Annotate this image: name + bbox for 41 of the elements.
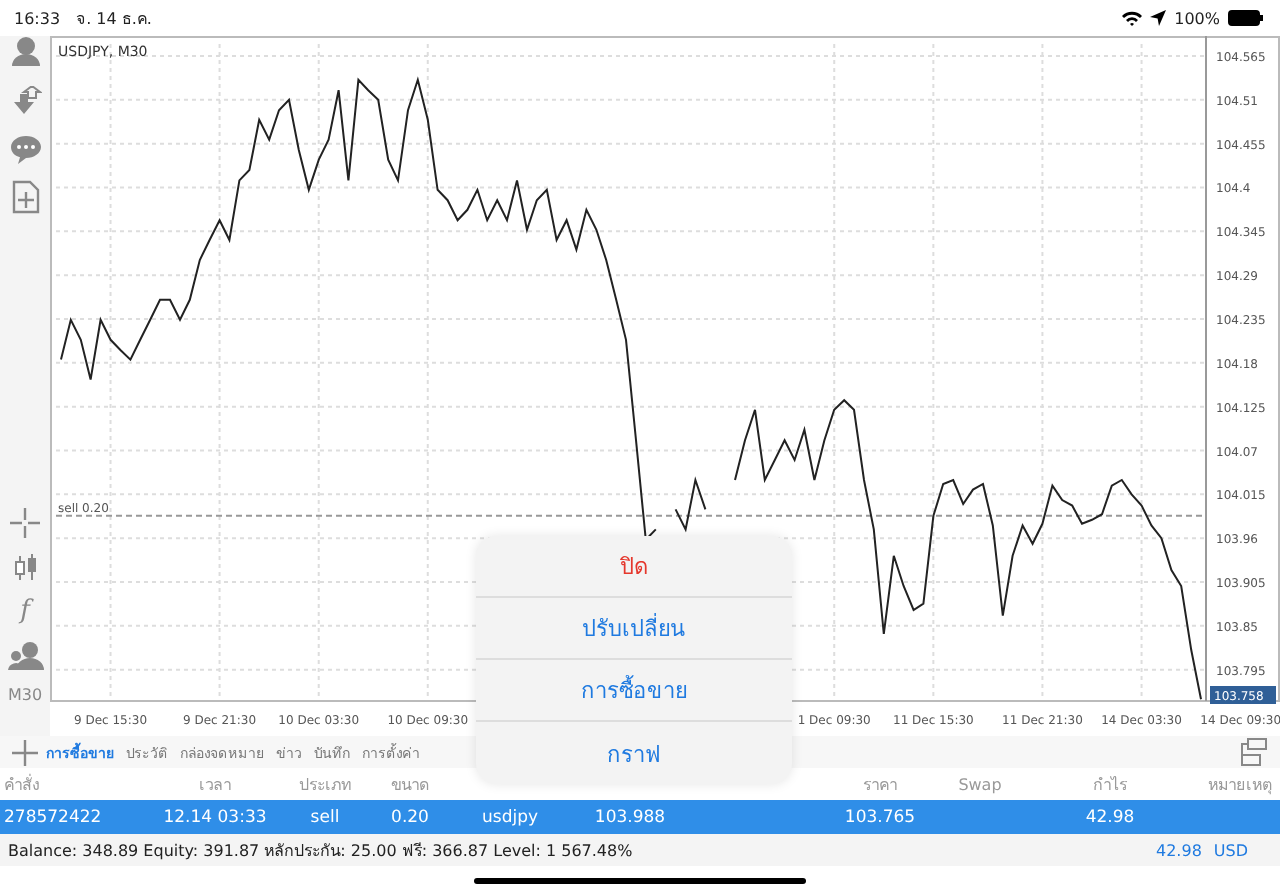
menu-item[interactable]: ปิด xyxy=(476,536,792,598)
people-icon[interactable] xyxy=(7,640,43,670)
add-icon[interactable] xyxy=(12,739,38,765)
table-cell-text: 103.765 xyxy=(842,807,918,827)
status-time: 16:33 xyxy=(14,9,61,27)
column-header: หมายเหตุ xyxy=(1206,773,1274,797)
column-header: คำสั่ง xyxy=(2,772,42,797)
timeframe-button[interactable]: M30 xyxy=(7,686,43,704)
new-document-icon[interactable] xyxy=(11,180,39,214)
column-header: ราคา xyxy=(861,773,899,797)
table-cell-text: 0.20 xyxy=(389,807,431,827)
battery-percentage: 100% xyxy=(1174,9,1220,27)
location-arrow-icon xyxy=(1150,10,1167,26)
account-summary: Balance: 348.89 Equity: 391.87 หลักประกัน: 25.00 ฟรี: 366.87 Level: 1 567.48% xyxy=(8,839,633,863)
column-header: กำไร xyxy=(1091,773,1129,797)
menu-item[interactable]: การซื้อขาย xyxy=(476,660,792,722)
table-cell-text: 103.988 xyxy=(592,807,668,827)
status-date: จ. 14 ธ.ค. xyxy=(76,7,152,31)
column-header: Swap xyxy=(956,775,1004,793)
table-cell-text: usdjpy xyxy=(480,807,540,827)
menu-item[interactable]: ปรับเปลี่ยน xyxy=(476,598,792,660)
table-cell-text: 278572422 xyxy=(2,807,104,827)
column-header: ขนาด xyxy=(389,773,431,797)
battery-icon xyxy=(1228,10,1264,26)
currency-label: USD xyxy=(1213,841,1248,859)
table-cell-text: sell xyxy=(308,807,342,827)
layout-icon[interactable] xyxy=(1240,738,1268,766)
crosshair-icon[interactable] xyxy=(10,508,40,538)
account-icon[interactable] xyxy=(9,36,41,70)
table-cell-text: 12.14 03:33 xyxy=(161,807,269,827)
candlestick-icon[interactable] xyxy=(11,554,39,582)
position-row[interactable]: 278572422 12.14 03:33 sell 0.20 usdjpy 103.988 103.765 42.98 xyxy=(0,800,1280,834)
table-cell-text: 42.98 xyxy=(1083,807,1137,827)
indicators-button[interactable]: f xyxy=(20,598,30,624)
total-profit: 42.98 xyxy=(1156,841,1202,859)
trade-arrows-icon[interactable] xyxy=(9,86,41,118)
chat-icon[interactable] xyxy=(9,134,41,164)
column-header: ประเภท xyxy=(297,773,353,797)
column-header: เวลา xyxy=(197,773,233,797)
menu-item[interactable]: กราฟ xyxy=(476,722,792,784)
wifi-icon xyxy=(1122,10,1143,26)
